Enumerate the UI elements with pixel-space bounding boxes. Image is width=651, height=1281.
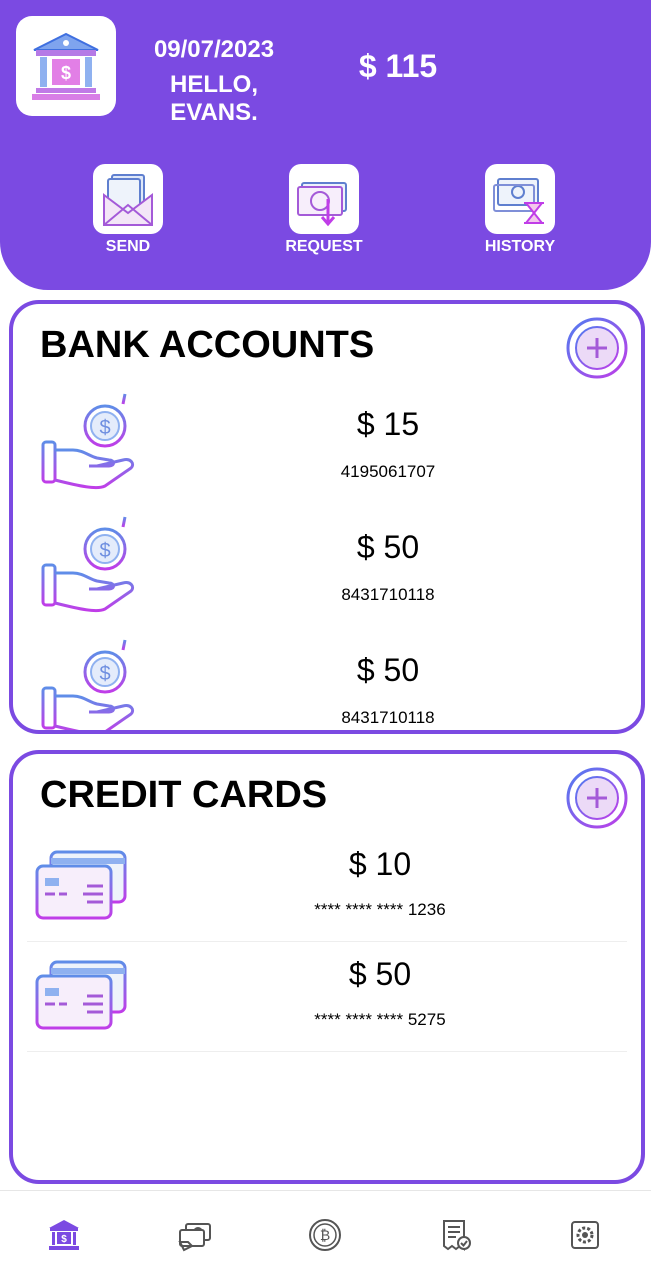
request-button[interactable]: REQUEST (254, 164, 394, 256)
send-label: SEND (105, 238, 151, 255)
credit-cards-card: CREDIT CARDS $ 10 **** **** **** 1236 $ … (9, 750, 645, 1184)
account-number: 4195061707 (340, 462, 436, 481)
nav-bank[interactable]: $ (34, 1205, 94, 1265)
send-money-icon (93, 164, 163, 234)
bank-icon: $ (49, 1220, 79, 1250)
card-number: **** **** **** 5275 (314, 1010, 446, 1029)
nav-crypto[interactable]: ₿ (295, 1205, 355, 1265)
bank-icon: $ (32, 32, 100, 100)
nav-transfers[interactable] (165, 1205, 225, 1265)
nav-bills[interactable] (425, 1205, 485, 1265)
receipt-icon (443, 1220, 471, 1251)
greeting-text: HELLO, EVANS. (170, 71, 258, 126)
plus-circle-icon (566, 767, 628, 829)
list-item[interactable]: $ 10 **** **** **** 1236 (13, 832, 641, 942)
settings-icon (571, 1221, 599, 1249)
request-money-icon (289, 164, 359, 234)
bitcoin-icon: ₿ (309, 1219, 341, 1251)
hand-coin-icon: $ (41, 390, 135, 490)
total-balance: $ 115 (358, 48, 438, 84)
svg-text:$: $ (61, 63, 71, 83)
history-label: HISTORY (484, 238, 556, 255)
header: $ 09/07/2023 HELLO, EVANS. $ 115 SEND RE… (0, 0, 651, 290)
history-icon (485, 164, 555, 234)
hand-coin-icon: $ (41, 513, 135, 613)
history-button[interactable]: HISTORY (450, 164, 590, 256)
credit-card-icon (35, 850, 127, 920)
bottom-navigation: $ ₿ (0, 1190, 651, 1281)
send-button[interactable]: SEND (58, 164, 198, 256)
add-credit-card-button[interactable] (565, 766, 629, 830)
svg-text:$: $ (99, 417, 110, 439)
money-transfer-icon (178, 1223, 211, 1252)
plus-circle-icon (566, 317, 628, 379)
card-number: **** **** **** 1236 (314, 900, 446, 919)
bank-accounts-card: BANK ACCOUNTS $ $ 15 4195061707 $ $ 50 8… (9, 300, 645, 734)
bank-accounts-title: BANK ACCOUNTS (40, 324, 375, 366)
hand-coin-icon: $ (41, 636, 135, 730)
credit-card-icon (35, 960, 127, 1030)
add-bank-account-button[interactable] (565, 316, 629, 380)
card-balance: $ 10 (348, 846, 412, 882)
list-item[interactable]: $ $ 50 8431710118 (13, 632, 641, 730)
svg-text:$: $ (61, 1234, 67, 1245)
card-balance: $ 50 (348, 956, 412, 992)
request-label: REQUEST (285, 238, 363, 255)
nav-settings[interactable] (555, 1205, 615, 1265)
account-number: 8431710118 (341, 708, 435, 727)
svg-text:₿: ₿ (320, 1228, 330, 1244)
row-divider (27, 1051, 627, 1052)
svg-text:$: $ (99, 540, 110, 562)
current-date: 09/07/2023 (153, 36, 275, 63)
account-balance: $ 15 (356, 406, 420, 442)
bank-logo: $ (16, 16, 116, 116)
account-balance: $ 50 (356, 529, 420, 565)
list-item[interactable]: $ $ 15 4195061707 (13, 386, 641, 510)
list-item[interactable]: $ $ 50 8431710118 (13, 509, 641, 633)
account-number: 8431710118 (341, 585, 435, 604)
account-balance: $ 50 (356, 652, 420, 688)
credit-cards-title: CREDIT CARDS (40, 774, 328, 816)
list-item[interactable]: $ 50 **** **** **** 5275 (13, 942, 641, 1052)
svg-text:$: $ (99, 663, 110, 685)
